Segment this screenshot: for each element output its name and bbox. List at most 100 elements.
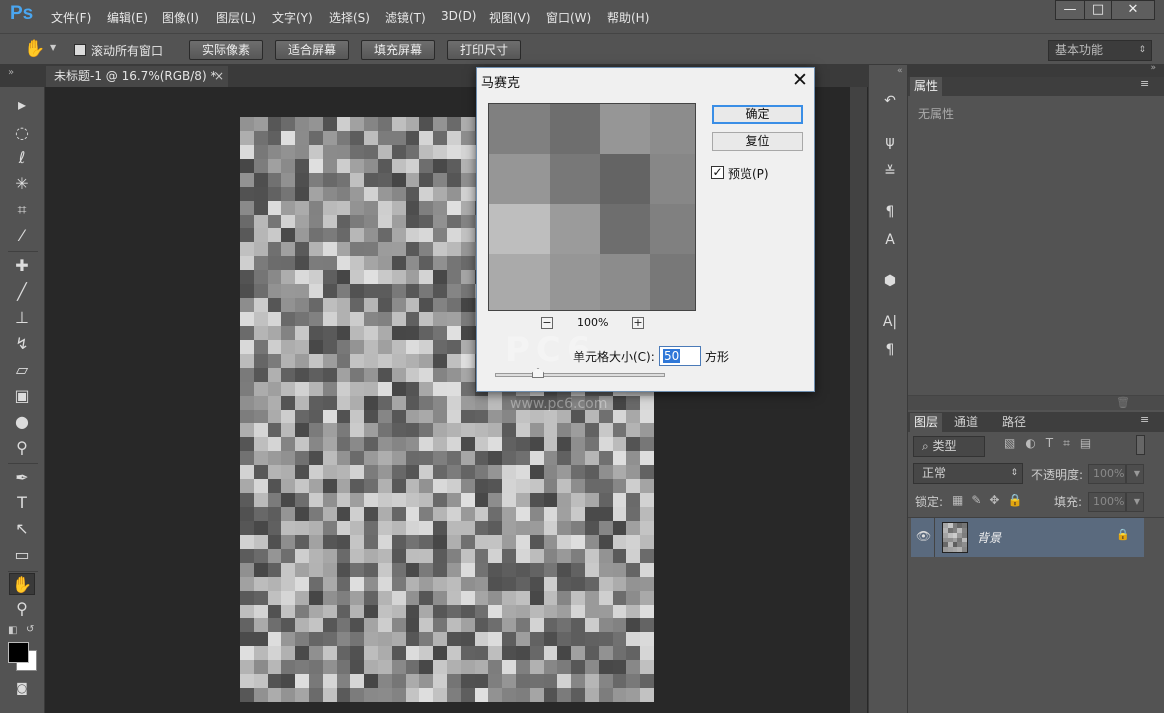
menu-view[interactable]: 视图(V) bbox=[489, 9, 531, 26]
hand-tool-preset-icon[interactable]: ✋ bbox=[24, 39, 45, 59]
menu-3d[interactable]: 3D(D) bbox=[441, 9, 476, 23]
mosaic-cell bbox=[336, 507, 351, 521]
mosaic-cell bbox=[447, 604, 461, 619]
zoom-out-button[interactable]: − bbox=[541, 317, 553, 329]
collapse-panels-icon[interactable]: « bbox=[897, 66, 903, 76]
marquee-tool-icon[interactable]: ◌ bbox=[9, 122, 35, 144]
menu-type[interactable]: 文字(Y) bbox=[272, 9, 313, 26]
path-selection-tool-icon[interactable]: ↖ bbox=[9, 518, 35, 540]
hand-tool-icon[interactable]: ✋ bbox=[9, 573, 35, 595]
panel-menu-icon[interactable]: ≡ bbox=[1140, 77, 1149, 90]
mosaic-cell bbox=[516, 493, 530, 507]
chevron-down-icon[interactable]: ▼ bbox=[50, 43, 56, 52]
menu-filter[interactable]: 滤镜(T) bbox=[385, 9, 426, 26]
3d-panel-icon[interactable]: ⬢ bbox=[880, 272, 900, 290]
blend-mode-select[interactable]: 正常 ⇕ bbox=[913, 463, 1023, 484]
mosaic-cell bbox=[295, 632, 309, 647]
clone-stamp-tool-icon[interactable]: ⊥ bbox=[9, 307, 35, 329]
swap-colors-icon[interactable]: ↺ bbox=[26, 624, 34, 635]
document-tab[interactable]: 未标题-1 @ 16.7%(RGB/8) * × bbox=[46, 66, 228, 87]
adjustments-panel-icon[interactable]: ≚ bbox=[880, 163, 900, 181]
filter-toggle[interactable] bbox=[1136, 435, 1145, 455]
expand-panels-icon[interactable]: » bbox=[1150, 63, 1156, 73]
brush-tool-icon[interactable]: ╱ bbox=[9, 281, 35, 303]
workspace-select[interactable]: 基本功能 ⇕ bbox=[1048, 40, 1152, 61]
layer-filter-kind-select[interactable]: ⌕ 类型 bbox=[913, 436, 985, 457]
close-icon[interactable]: ✕ bbox=[787, 68, 813, 92]
fill-input[interactable]: 100% bbox=[1088, 492, 1126, 512]
eye-icon[interactable]: 👁 bbox=[916, 529, 931, 543]
menu-layer[interactable]: 图层(L) bbox=[216, 9, 256, 26]
scroll-all-windows-checkbox[interactable] bbox=[74, 44, 86, 56]
reset-button[interactable]: 复位 bbox=[712, 132, 803, 151]
character-panel-icon[interactable]: A| bbox=[880, 313, 900, 331]
crop-tool-icon[interactable]: ⌗ bbox=[9, 199, 35, 221]
eraser-tool-icon[interactable]: ▱ bbox=[9, 359, 35, 381]
blur-tool-icon[interactable]: ● bbox=[9, 411, 35, 433]
zoom-tool-icon[interactable]: ⚲ bbox=[9, 598, 35, 620]
menu-image[interactable]: 图像(I) bbox=[162, 9, 199, 26]
tab-channels[interactable]: 通道 bbox=[950, 413, 982, 432]
close-window-button[interactable]: ✕ bbox=[1111, 0, 1155, 20]
gradient-tool-icon[interactable]: ▣ bbox=[9, 385, 35, 407]
history-brush-tool-icon[interactable]: ↯ bbox=[9, 333, 35, 355]
preview-checkbox[interactable]: ✓ bbox=[711, 166, 724, 179]
print-size-button[interactable]: 打印尺寸 bbox=[447, 40, 521, 60]
tab-properties[interactable]: 属性 bbox=[910, 77, 943, 96]
default-colors-icon[interactable]: ◧ bbox=[8, 625, 17, 636]
pen-tool-icon[interactable]: ✒ bbox=[9, 467, 35, 489]
mosaic-cell bbox=[557, 632, 572, 647]
layer-name[interactable]: 背景 bbox=[977, 529, 1001, 546]
history-panel-icon[interactable]: ↶ bbox=[880, 92, 900, 110]
menu-window[interactable]: 窗口(W) bbox=[546, 9, 591, 26]
minimize-button[interactable]: — bbox=[1055, 0, 1085, 20]
trash-icon[interactable]: 🗑 bbox=[1116, 396, 1130, 409]
close-tab-icon[interactable]: × bbox=[214, 66, 224, 87]
mosaic-cell bbox=[295, 200, 309, 215]
menu-help[interactable]: 帮助(H) bbox=[607, 9, 649, 26]
paragraph-styles-icon[interactable]: ¶ bbox=[880, 203, 900, 221]
magic-wand-tool-icon[interactable]: ✳ bbox=[9, 173, 35, 195]
eyedropper-tool-icon[interactable]: ⁄ bbox=[9, 225, 35, 247]
rectangle-tool-icon[interactable]: ▭ bbox=[9, 544, 35, 566]
maximize-button[interactable]: □ bbox=[1084, 0, 1112, 20]
panel-menu-icon[interactable]: ≡ bbox=[1140, 413, 1149, 426]
menu-edit[interactable]: 编辑(E) bbox=[107, 9, 148, 26]
ok-button[interactable]: 确定 bbox=[712, 105, 803, 124]
menu-select[interactable]: 选择(S) bbox=[329, 9, 370, 26]
character-styles-icon[interactable]: A bbox=[880, 231, 900, 249]
tab-layers[interactable]: 图层 bbox=[910, 413, 943, 432]
lock-options-icons[interactable]: ▦✎✥🔒 bbox=[952, 493, 1030, 507]
cell-size-slider[interactable] bbox=[495, 373, 665, 377]
fill-screen-button[interactable]: 填充屏幕 bbox=[361, 40, 435, 60]
layer-filter-icons[interactable]: ▧◐T⌗▤ bbox=[1004, 436, 1101, 451]
mosaic-cell bbox=[322, 674, 337, 689]
type-tool-icon[interactable]: T bbox=[9, 492, 35, 514]
menu-file[interactable]: 文件(F) bbox=[51, 9, 91, 26]
mosaic-cell bbox=[585, 688, 599, 702]
healing-brush-tool-icon[interactable]: ✚ bbox=[9, 255, 35, 277]
tab-paths[interactable]: 路径 bbox=[998, 413, 1030, 432]
mosaic-cell bbox=[474, 604, 489, 619]
opacity-input[interactable]: 100% bbox=[1088, 464, 1126, 484]
mosaic-cell bbox=[391, 200, 406, 215]
chevron-down-icon[interactable]: ▼ bbox=[1126, 464, 1144, 484]
collapse-toolbox-icon[interactable]: » bbox=[8, 67, 14, 78]
fit-screen-button[interactable]: 适合屏幕 bbox=[275, 40, 349, 60]
filter-preview[interactable] bbox=[488, 103, 696, 311]
move-tool-icon[interactable]: ▸ bbox=[9, 94, 35, 116]
quick-mask-icon[interactable]: ◙ bbox=[9, 677, 35, 699]
brush-panel-icon[interactable]: ψ bbox=[880, 133, 900, 151]
paragraph-panel-icon[interactable]: ¶ bbox=[880, 341, 900, 359]
cell-size-input[interactable]: 50 bbox=[659, 346, 701, 366]
mosaic-cell bbox=[529, 423, 544, 438]
dodge-tool-icon[interactable]: ⚲ bbox=[9, 437, 35, 459]
zoom-in-button[interactable]: + bbox=[632, 317, 644, 329]
chevron-down-icon[interactable]: ▼ bbox=[1126, 492, 1144, 512]
layer-row[interactable]: 👁 背景 🔒 bbox=[911, 518, 1144, 557]
mosaic-cell bbox=[295, 534, 309, 549]
vertical-scrollbar[interactable] bbox=[850, 87, 867, 713]
foreground-color-swatch[interactable] bbox=[8, 642, 29, 663]
actual-pixels-button[interactable]: 实际像素 bbox=[189, 40, 263, 60]
lasso-tool-icon[interactable]: ℓ bbox=[9, 147, 35, 169]
